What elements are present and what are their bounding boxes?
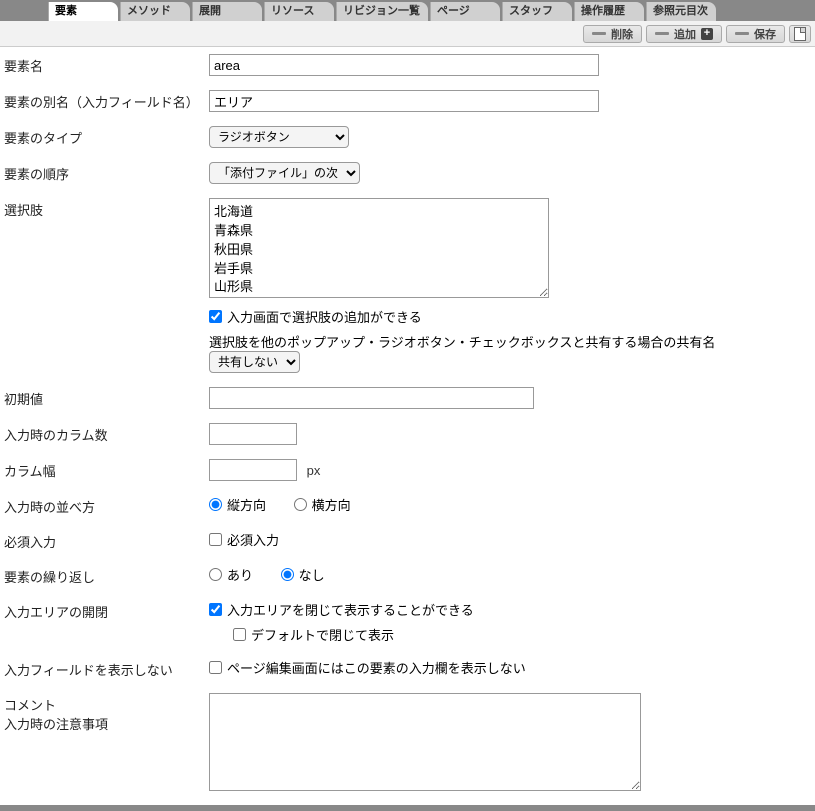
orientation-horizontal-label: 横方向 (312, 495, 351, 514)
label-order: 要素の順序 (4, 162, 209, 183)
required-opt-label: 必須入力 (227, 530, 279, 549)
tab-element[interactable]: 要素 (48, 2, 118, 21)
add-choice-label: 入力画面で選択肢の追加ができる (227, 307, 422, 326)
tab-revisions[interactable]: リビジョン一覧 (336, 2, 428, 21)
alias-input[interactable] (209, 90, 599, 112)
save-button[interactable]: 保存 (726, 25, 785, 43)
label-required: 必須入力 (4, 530, 209, 551)
repeat-no[interactable]: なし (281, 565, 325, 584)
type-select[interactable]: ラジオボタン (209, 126, 349, 148)
collapse-default-checkbox[interactable] (233, 628, 246, 641)
label-initial: 初期値 (4, 387, 209, 408)
tab-references[interactable]: 参照元目次 (646, 2, 716, 21)
hide-field-option[interactable]: ページ編集画面にはこの要素の入力欄を表示しない (209, 658, 526, 677)
add-label: 追加 (674, 26, 696, 42)
form: 要素名 要素の別名（入力フィールド名） 要素のタイプ ラジオボタン 要素の順序 … (0, 47, 815, 801)
tab-bar: 要素 メソッド 展開 リソース リビジョン一覧 ページ スタッフ 操作履歴 参照… (0, 0, 815, 21)
required-checkbox[interactable] (209, 533, 222, 546)
orientation-horizontal-radio[interactable] (294, 498, 307, 511)
repeat-yes-radio[interactable] (209, 568, 222, 581)
delete-button[interactable]: 削除 (583, 25, 642, 43)
delete-label: 削除 (611, 26, 633, 42)
order-select[interactable]: 「添付ファイル」の次 (209, 162, 360, 184)
label-name: 要素名 (4, 54, 209, 75)
document-button[interactable] (789, 25, 811, 43)
columns-input[interactable] (209, 423, 297, 445)
add-choice-checkbox[interactable] (209, 310, 222, 323)
repeat-yes-label: あり (227, 565, 253, 584)
toolbar: 削除 追加 + 保存 (0, 21, 815, 47)
hide-field-checkbox[interactable] (209, 661, 222, 674)
collapse-opt-label: 入力エリアを閉じて表示することができる (227, 600, 474, 619)
tab-method[interactable]: メソッド (120, 2, 190, 21)
collapse-checkbox[interactable] (209, 603, 222, 616)
plus-icon: + (701, 28, 713, 40)
orientation-horizontal[interactable]: 横方向 (294, 495, 351, 514)
add-choice-option[interactable]: 入力画面で選択肢の追加ができる (209, 307, 422, 326)
label-type: 要素のタイプ (4, 126, 209, 147)
repeat-yes[interactable]: あり (209, 565, 253, 584)
repeat-no-radio[interactable] (281, 568, 294, 581)
choices-textarea[interactable] (209, 198, 549, 298)
label-choices: 選択肢 (4, 198, 209, 219)
collapse-default-label: デフォルトで閉じて表示 (251, 625, 394, 644)
label-colwidth: カラム幅 (4, 459, 209, 480)
comment-textarea[interactable] (209, 693, 641, 791)
minus-icon (592, 32, 606, 35)
initial-input[interactable] (209, 387, 534, 409)
label-alias: 要素の別名（入力フィールド名） (4, 90, 209, 111)
repeat-no-label: なし (299, 565, 325, 584)
hide-field-opt-label: ページ編集画面にはこの要素の入力欄を表示しない (227, 658, 526, 677)
tab-resource[interactable]: リソース (264, 2, 334, 21)
tab-page[interactable]: ページ (430, 2, 500, 21)
px-unit: px (307, 463, 321, 478)
tab-staff[interactable]: スタッフ (502, 2, 572, 21)
colwidth-input[interactable] (209, 459, 297, 481)
bottom-bar (0, 805, 815, 811)
collapse-default-option[interactable]: デフォルトで閉じて表示 (233, 625, 394, 644)
minus-icon (735, 32, 749, 35)
name-input[interactable] (209, 54, 599, 76)
orientation-vertical-radio[interactable] (209, 498, 222, 511)
add-button[interactable]: 追加 + (646, 25, 722, 43)
tab-history[interactable]: 操作履歴 (574, 2, 644, 21)
share-select[interactable]: 共有しない (209, 351, 300, 373)
share-label: 選択肢を他のポップアップ・ラジオボタン・チェックボックスと共有する場合の共有名 (209, 335, 715, 350)
orientation-vertical-label: 縦方向 (227, 495, 266, 514)
minus-icon (655, 32, 669, 35)
tab-deploy[interactable]: 展開 (192, 2, 262, 21)
save-label: 保存 (754, 26, 776, 42)
label-comment: コメント 入力時の注意事項 (4, 693, 209, 733)
required-option[interactable]: 必須入力 (209, 530, 279, 549)
document-icon (794, 27, 806, 41)
label-repeat: 要素の繰り返し (4, 565, 209, 586)
label-hide-field: 入力フィールドを表示しない (4, 658, 209, 679)
label-columns: 入力時のカラム数 (4, 423, 209, 444)
label-collapse: 入力エリアの開閉 (4, 600, 209, 621)
collapse-option[interactable]: 入力エリアを閉じて表示することができる (209, 600, 474, 619)
label-orientation: 入力時の並べ方 (4, 495, 209, 516)
orientation-vertical[interactable]: 縦方向 (209, 495, 266, 514)
